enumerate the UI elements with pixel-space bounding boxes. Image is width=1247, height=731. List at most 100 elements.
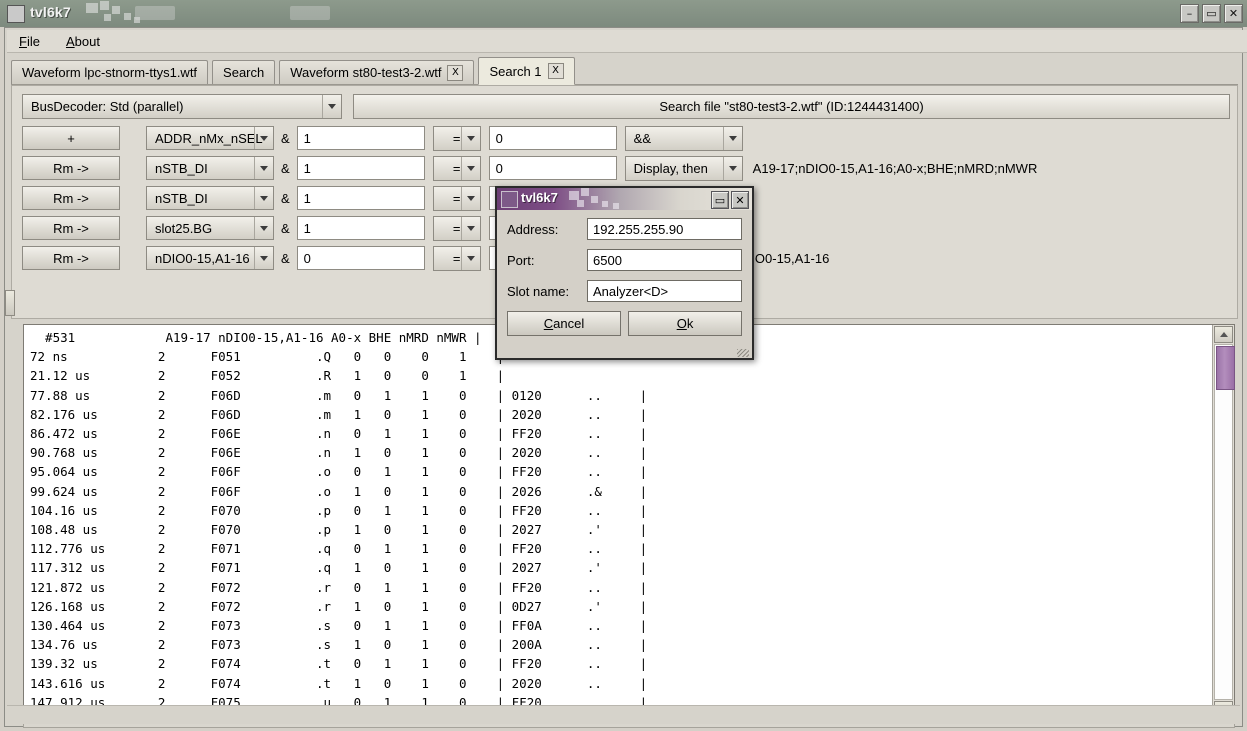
menu-file[interactable]: File [15, 32, 44, 51]
tab-label: Waveform st80-test3-2.wtf [290, 65, 442, 80]
chevron-down-icon[interactable] [460, 126, 480, 150]
signal-combo[interactable]: nSTB_DI [146, 186, 274, 210]
tab-search[interactable]: Search [212, 60, 276, 84]
dialog-titlebar-decoration [569, 188, 639, 210]
mask-input[interactable]: 0 [296, 246, 425, 270]
chevron-down-icon[interactable] [460, 186, 480, 210]
minimize-button[interactable]: – [1180, 4, 1199, 23]
maximize-button[interactable]: ▭ [1202, 4, 1221, 23]
tab-waveform-st80[interactable]: Waveform st80-test3-2.wtf X [279, 60, 475, 84]
log-content: #531 A19-17 nDIO0-15,A1-16 A0-x BHE nMRD… [30, 330, 648, 719]
ok-button[interactable]: Ok [628, 311, 742, 336]
remove-row-button[interactable]: Rm -> [22, 216, 120, 240]
chevron-down-icon[interactable] [254, 157, 273, 179]
dialog-title: tvl6k7 [521, 190, 558, 205]
chevron-down-icon[interactable] [254, 217, 273, 239]
search-results-view: #531 A19-17 nDIO0-15,A1-16 A0-x BHE nMRD… [23, 324, 1235, 720]
operator-combo[interactable]: = [432, 185, 481, 211]
display-then-combo[interactable]: Display, then [624, 155, 743, 181]
menubar: File About [7, 30, 1247, 53]
dialog-titlebar[interactable]: tvl6k7 ▭ ✕ [497, 188, 752, 210]
window-titlebar[interactable]: tvl6k7 – ▭ ✕ [0, 0, 1247, 27]
chevron-down-icon[interactable] [722, 126, 742, 150]
main-window: tvl6k7 – ▭ ✕ File About Waveform lpc-stn… [0, 0, 1247, 731]
dialog-resize-grip[interactable] [737, 349, 749, 357]
operator-combo[interactable]: = [432, 155, 481, 181]
titlebar-ghost-left [135, 6, 175, 20]
slot-name-label: Slot name: [507, 283, 570, 299]
mask-input[interactable]: 1 [296, 126, 425, 150]
dialog-maximize-button[interactable]: ▭ [711, 191, 729, 209]
screen: tvl6k7 – ▭ ✕ File About Waveform lpc-stn… [0, 0, 1247, 731]
and-symbol: & [281, 220, 290, 236]
operator-combo[interactable]: = [432, 215, 481, 241]
operator-value: = [452, 190, 461, 206]
mask-input[interactable]: 1 [296, 186, 425, 210]
vertical-scroll-thumb[interactable] [1216, 346, 1235, 390]
bus-decoder-combo[interactable]: BusDecoder: Std (parallel) [22, 94, 342, 119]
slot-name-row: Slot name: Analyzer<D> [507, 280, 742, 302]
value-input[interactable]: 0 [488, 126, 617, 150]
chevron-down-icon[interactable] [322, 95, 341, 118]
panel-splitter-handle[interactable] [5, 290, 15, 316]
and-symbol: & [281, 130, 290, 146]
mask-input[interactable]: 1 [296, 156, 425, 180]
chevron-down-icon[interactable] [460, 246, 480, 270]
remove-row-button[interactable]: Rm -> [22, 156, 120, 180]
chevron-down-icon[interactable] [254, 127, 273, 149]
remove-row-button[interactable]: Rm -> [22, 186, 120, 210]
and-symbol: & [281, 190, 290, 206]
menu-about-label: bout [74, 33, 100, 49]
remove-row-button[interactable]: Rm -> [22, 246, 120, 270]
chevron-down-icon[interactable] [254, 187, 273, 209]
tab-waveform-lpc[interactable]: Waveform lpc-stnorm-ttys1.wtf [11, 60, 209, 84]
port-row: Port: 6500 [507, 249, 742, 271]
tab-search-1[interactable]: Search 1 X [478, 57, 575, 85]
add-row-button[interactable]: + [22, 126, 120, 150]
logic-combo[interactable]: && [624, 125, 743, 151]
log-text[interactable]: #531 A19-17 nDIO0-15,A1-16 A0-x BHE nMRD… [24, 325, 1212, 719]
menu-about[interactable]: About [62, 32, 104, 51]
chevron-down-icon[interactable] [722, 156, 742, 180]
operator-combo[interactable]: = [432, 125, 481, 151]
signal-combo[interactable]: ADDR_nMx_nSEL [146, 126, 274, 150]
signal-combo[interactable]: nDIO0-15,A1-16 [146, 246, 274, 270]
window-client-area: File About Waveform lpc-stnorm-ttys1.wtf… [4, 27, 1247, 728]
criteria-row: + ADDR_nMx_nSEL & 1 = 0 && [22, 125, 1230, 151]
and-symbol: & [281, 160, 290, 176]
signal-combo[interactable]: nSTB_DI [146, 156, 274, 180]
operator-combo[interactable]: = [432, 245, 481, 271]
vertical-scrollbar[interactable] [1212, 325, 1235, 719]
dialog-close-button[interactable]: ✕ [731, 191, 749, 209]
port-field[interactable]: 6500 [587, 249, 742, 271]
vertical-scroll-track[interactable] [1214, 344, 1235, 700]
operator-value: = [452, 250, 461, 266]
signal-combo[interactable]: slot25.BG [146, 216, 274, 240]
mask-input[interactable]: 1 [296, 216, 425, 240]
cancel-button-label: ancel [553, 316, 585, 331]
operator-value: = [452, 220, 461, 236]
tab-close-icon[interactable]: X [547, 63, 564, 79]
signal-value: nSTB_DI [155, 160, 208, 176]
logic-value: Display, then [633, 160, 708, 176]
value-input[interactable]: 0 [488, 156, 617, 180]
cancel-button[interactable]: Cancel [507, 311, 621, 336]
tab-label: Waveform lpc-stnorm-ttys1.wtf [22, 65, 198, 80]
operator-value: = [452, 130, 461, 146]
search-file-title-button[interactable]: Search file "st80-test3-2.wtf" (ID:12444… [353, 94, 1230, 119]
window-controls: – ▭ ✕ [1180, 4, 1243, 23]
display-format-label: A19-17;nDIO0-15,A1-16;A0-x;BHE;nMRD;nMWR [752, 160, 1038, 176]
tab-close-icon[interactable]: X [447, 64, 464, 81]
scroll-up-icon[interactable] [1214, 326, 1233, 343]
chevron-down-icon[interactable] [460, 156, 480, 180]
dialog-body: Address: 192.255.255.90 Port: 6500 Slot … [497, 210, 752, 358]
operator-value: = [452, 160, 461, 176]
close-button[interactable]: ✕ [1224, 4, 1243, 23]
address-field[interactable]: 192.255.255.90 [587, 218, 742, 240]
address-label: Address: [507, 221, 559, 237]
slot-name-field[interactable]: Analyzer<D> [587, 280, 742, 302]
chevron-down-icon[interactable] [254, 247, 273, 269]
ok-button-label: k [686, 316, 694, 331]
status-bar [7, 705, 1240, 724]
chevron-down-icon[interactable] [460, 216, 480, 240]
